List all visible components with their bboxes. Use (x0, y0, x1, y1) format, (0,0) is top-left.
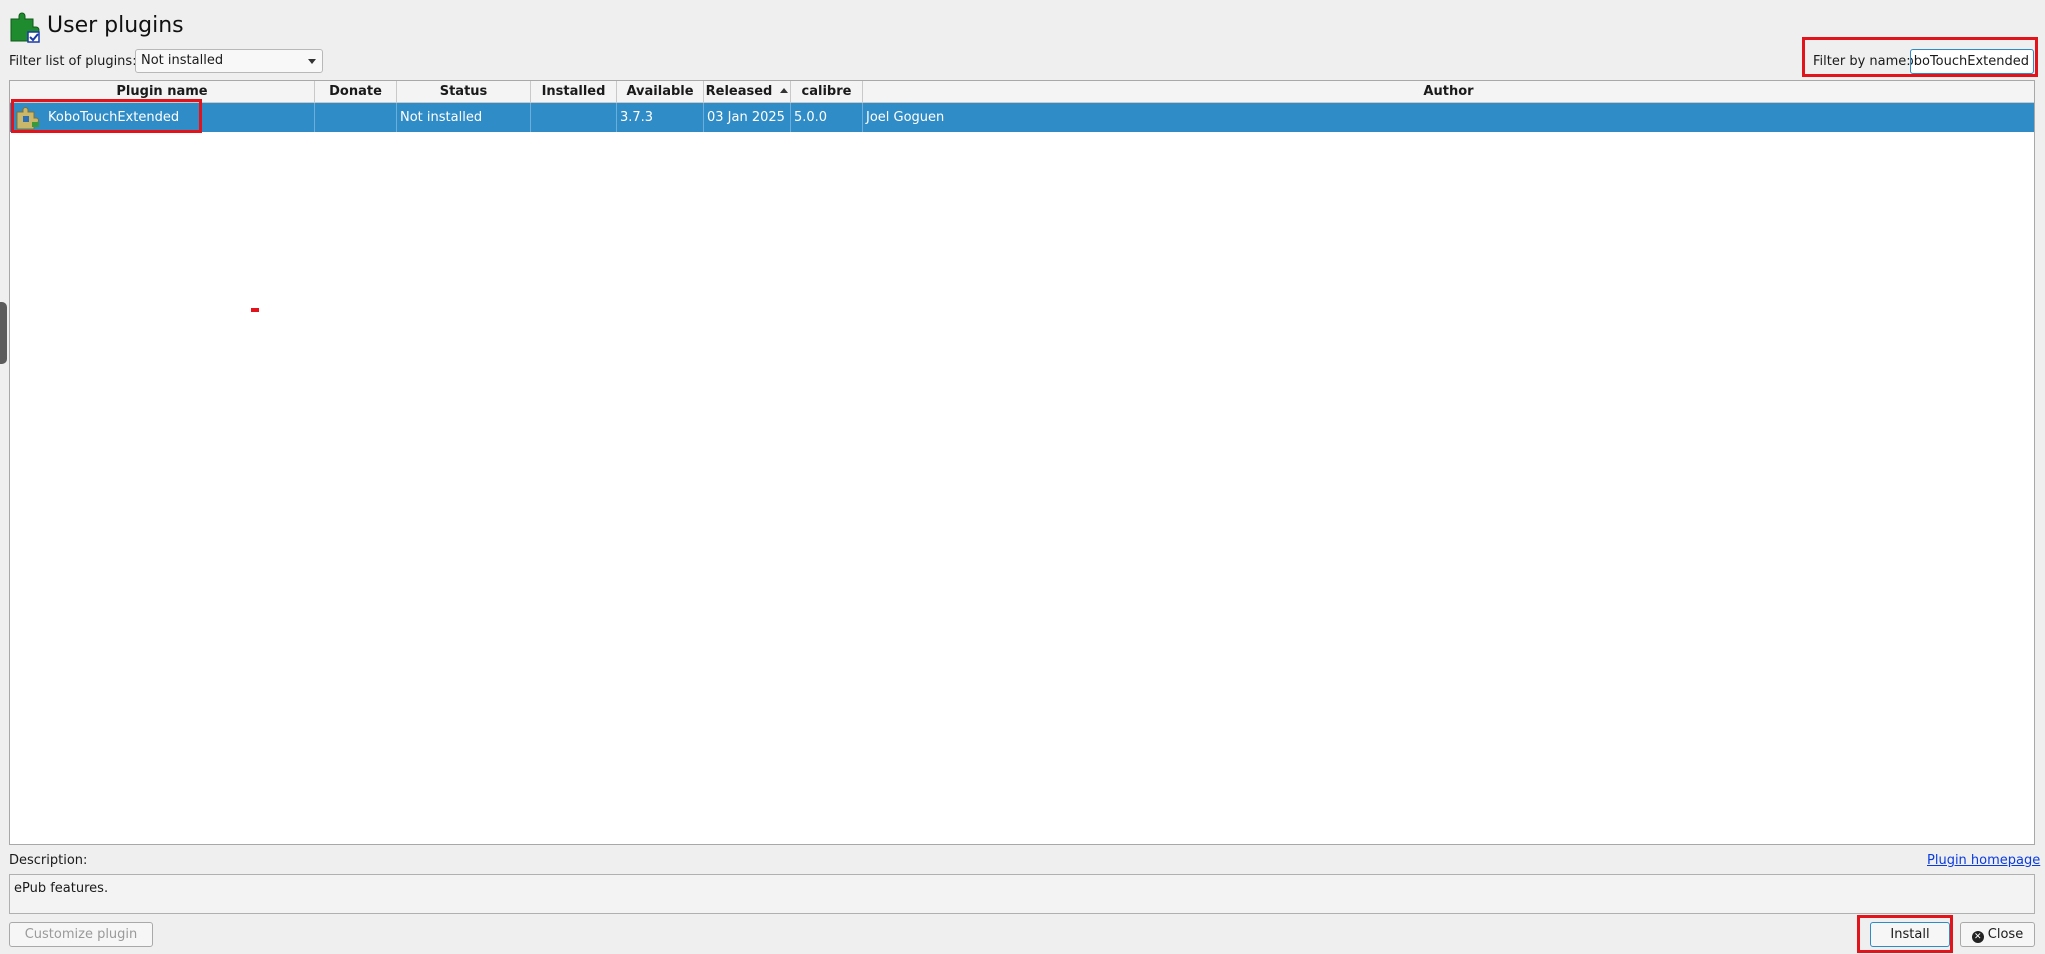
column-header-released[interactable]: Released (704, 81, 791, 103)
close-button-label: Close (1987, 927, 2024, 942)
filter-list-dropdown[interactable]: Not installed (135, 49, 323, 73)
filter-list-label: Filter list of plugins: (9, 54, 137, 69)
column-header-donate[interactable]: Donate (315, 81, 397, 103)
table-row[interactable]: KoboTouchExtended Not installed 3.7.3 03… (10, 103, 2034, 132)
column-header-calibre[interactable]: calibre (791, 81, 863, 103)
filter-list-value: Not installed (141, 53, 224, 68)
install-button[interactable]: Install (1870, 922, 1950, 947)
cell-status: Not installed (397, 103, 531, 132)
column-header-installed[interactable]: Installed (531, 81, 617, 103)
close-icon: ✕ (1971, 931, 1984, 943)
cell-available: 3.7.3 (617, 103, 704, 132)
plugins-table[interactable]: Plugin name Donate Status Installed Avai… (9, 80, 2035, 845)
description-label: Description: (9, 853, 88, 868)
cell-donate (315, 103, 397, 132)
page-title: User plugins (47, 13, 184, 38)
column-header-status[interactable]: Status (397, 81, 531, 103)
filter-by-name-input[interactable]: KoboTouchExtended (1910, 49, 2034, 74)
customize-plugin-button[interactable]: Customize plugin (9, 922, 153, 947)
description-box: ePub features. (9, 874, 2035, 914)
description-text: ePub features. (14, 881, 109, 896)
cell-released: 03 Jan 2025 (704, 103, 791, 132)
cell-calibre: 5.0.0 (791, 103, 863, 132)
side-panel-handle[interactable] (0, 302, 7, 364)
plugin-name-highlight (11, 99, 202, 133)
cursor-marker (251, 308, 259, 312)
close-button[interactable]: ✕ Close (1960, 922, 2035, 947)
cell-installed (531, 103, 617, 132)
column-header-author[interactable]: Author (863, 81, 2034, 103)
column-header-available[interactable]: Available (617, 81, 704, 103)
sort-ascending-icon (780, 88, 789, 93)
filter-by-name-label: Filter by name: (1813, 54, 1911, 69)
plugin-puzzle-icon (10, 12, 40, 43)
column-header-released-label: Released (705, 84, 773, 99)
cell-author: Joel Goguen (866, 110, 945, 125)
chevron-down-icon (308, 59, 316, 64)
plugin-homepage-link[interactable]: Plugin homepage (1927, 852, 2040, 870)
filter-by-name-value: KoboTouchExtended (1910, 54, 2029, 69)
